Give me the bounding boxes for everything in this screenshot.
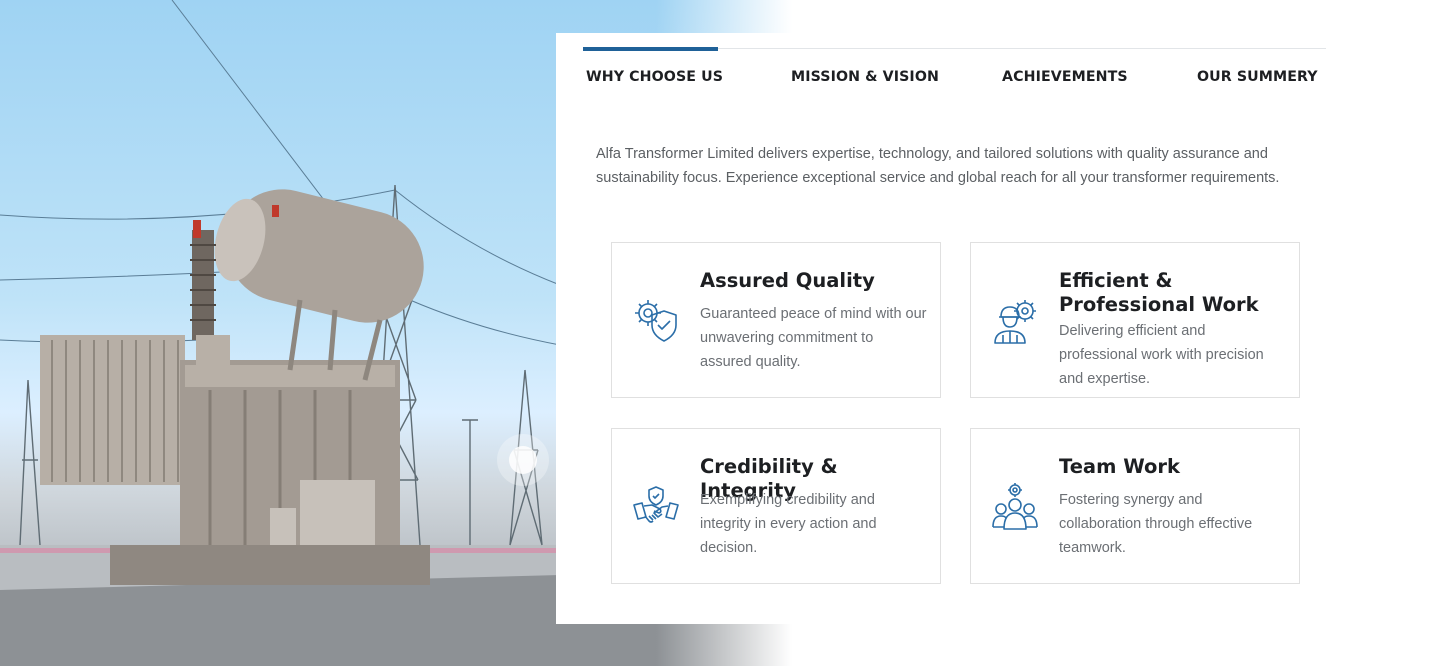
card-description: Exemplifying credibility and integrity i…: [700, 492, 877, 556]
card-description: Guaranteed peace of mind with our unwave…: [700, 306, 927, 370]
card-title: Team Work: [1059, 455, 1180, 478]
card-title: Efficient & Professional Work: [1059, 269, 1259, 316]
card-description: Fostering synergy and collaboration thro…: [1059, 492, 1253, 556]
feature-card-credibility-integrity: Credibility & Integrity Exemplifying cre…: [611, 428, 941, 584]
intro-text: Alfa Transformer Limited delivers expert…: [596, 145, 1280, 186]
feature-card-assured-quality: Assured Quality Guaranteed peace of mind…: [611, 242, 941, 398]
tab-mission-vision[interactable]: MISSION & VISION: [791, 49, 939, 95]
feature-card-team-work: Team Work Fostering synergy and collabor…: [970, 428, 1300, 584]
tab-bar: WHY CHOOSE US MISSION & VISION ACHIEVEME…: [582, 47, 1326, 95]
quality-shield-gear-icon: [632, 297, 680, 345]
content-panel: WHY CHOOSE US MISSION & VISION ACHIEVEME…: [556, 33, 1326, 624]
tab-our-summery[interactable]: OUR SUMMERY: [1197, 49, 1318, 95]
feature-card-efficient-work: Efficient & Professional Work Delivering…: [970, 242, 1300, 398]
card-description: Delivering efficient and professional wo…: [1059, 323, 1264, 387]
tab-why-choose-us[interactable]: WHY CHOOSE US: [582, 47, 723, 95]
engineer-gear-icon: [991, 297, 1039, 345]
card-title: Assured Quality: [700, 269, 875, 292]
team-group-icon: [991, 483, 1039, 531]
handshake-icon: [632, 483, 680, 531]
tab-achievements[interactable]: ACHIEVEMENTS: [1002, 49, 1128, 95]
